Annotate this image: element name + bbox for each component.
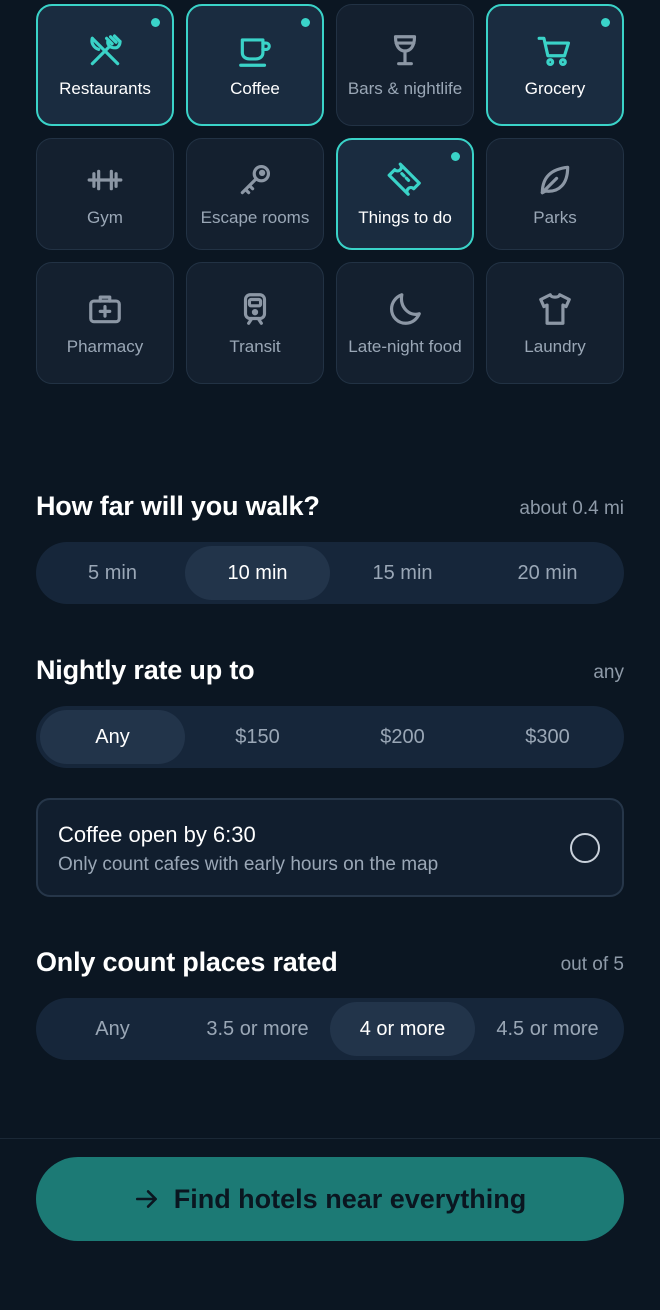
category-grocery[interactable]: Grocery <box>486 4 624 126</box>
arrow-right-icon <box>135 1190 157 1208</box>
selected-dot <box>151 18 160 27</box>
category-grid: Restaurants Coffee Bars & nightlife Groc… <box>36 4 624 384</box>
wine-glass-icon <box>393 34 417 65</box>
category-gym[interactable]: Gym <box>36 138 174 250</box>
category-coffee[interactable]: Coffee <box>186 4 324 126</box>
category-label: Transit <box>229 336 281 356</box>
category-late-night-food[interactable]: Late-night food <box>336 262 474 384</box>
rate-option-300[interactable]: $300 <box>475 710 620 764</box>
walk-option-20-min[interactable]: 20 min <box>475 546 620 600</box>
category-label: Late-night food <box>348 336 462 356</box>
moon-icon <box>389 292 421 325</box>
coffee-cup-icon <box>239 37 271 67</box>
category-label: Bars & nightlife <box>347 78 463 98</box>
category-label: Pharmacy <box>66 336 144 356</box>
category-label: Grocery <box>524 78 586 98</box>
find-hotels-label: Find hotels near everything <box>173 1183 527 1214</box>
leaf-icon <box>540 165 570 194</box>
category-transit[interactable]: Transit <box>186 262 324 384</box>
shopping-cart-icon <box>537 36 571 66</box>
category-laundry[interactable]: Laundry <box>486 262 624 384</box>
rate-option-any[interactable]: Any <box>40 710 185 764</box>
selected-dot <box>451 152 460 161</box>
rating-option-4[interactable]: 4 or more <box>330 1002 475 1056</box>
ticket-icon <box>387 162 421 196</box>
rate-hint: any <box>593 662 624 683</box>
category-bars-nightlife[interactable]: Bars & nightlife <box>336 4 474 126</box>
utensils-icon <box>90 33 122 65</box>
category-escape-rooms[interactable]: Escape rooms <box>186 138 324 250</box>
dumbbell-icon <box>87 169 123 190</box>
category-label: Parks <box>533 207 577 227</box>
shirt-icon <box>539 292 571 325</box>
toggle-subtitle: Only count cafes with early hours on the… <box>58 854 439 875</box>
walk-option-10-min[interactable]: 10 min <box>185 546 330 600</box>
category-label: Restaurants <box>59 78 151 98</box>
walk-option-15-min[interactable]: 15 min <box>330 546 475 600</box>
medical-kit-icon <box>89 295 121 323</box>
rating-option-any[interactable]: Any <box>40 1002 185 1056</box>
category-restaurants[interactable]: Restaurants <box>36 4 174 126</box>
toggle-radio[interactable] <box>570 833 600 863</box>
category-label: Escape rooms <box>200 207 310 227</box>
find-hotels-button[interactable]: Find hotels near everything <box>36 1157 624 1241</box>
rating-option-3-5[interactable]: 3.5 or more <box>185 1002 330 1056</box>
rating-hint: out of 5 <box>560 954 624 975</box>
rate-section-title: Nightly rate up to <box>36 655 255 685</box>
category-label: Gym <box>87 207 123 227</box>
category-things-to-do[interactable]: Things to do <box>336 138 474 250</box>
walk-time-selector: 5 min 10 min 15 min 20 min <box>36 542 624 604</box>
rate-option-200[interactable]: $200 <box>330 710 475 764</box>
walk-option-5-min[interactable]: 5 min <box>40 546 185 600</box>
key-icon <box>240 164 271 194</box>
selected-dot <box>601 18 610 27</box>
rating-option-4-5[interactable]: 4.5 or more <box>475 1002 620 1056</box>
category-label: Things to do <box>358 207 452 227</box>
category-pharmacy[interactable]: Pharmacy <box>36 262 174 384</box>
rate-selector: Any $150 $200 $300 <box>36 706 624 768</box>
rating-selector: Any 3.5 or more 4 or more 4.5 or more <box>36 998 624 1060</box>
rating-section-title: Only count places rated <box>36 947 338 977</box>
train-icon <box>243 292 267 325</box>
walk-section-title: How far will you walk? <box>36 491 320 521</box>
rate-option-150[interactable]: $150 <box>185 710 330 764</box>
category-parks[interactable]: Parks <box>486 138 624 250</box>
selected-dot <box>301 18 310 27</box>
walk-distance-hint: about 0.4 mi <box>519 498 624 519</box>
category-label: Laundry <box>524 336 586 356</box>
category-label: Coffee <box>230 78 280 98</box>
coffee-early-hours-toggle[interactable]: Coffee open by 6:30 Only count cafes wit… <box>36 798 624 897</box>
toggle-title: Coffee open by 6:30 <box>58 822 256 847</box>
footer-divider <box>0 1138 660 1139</box>
